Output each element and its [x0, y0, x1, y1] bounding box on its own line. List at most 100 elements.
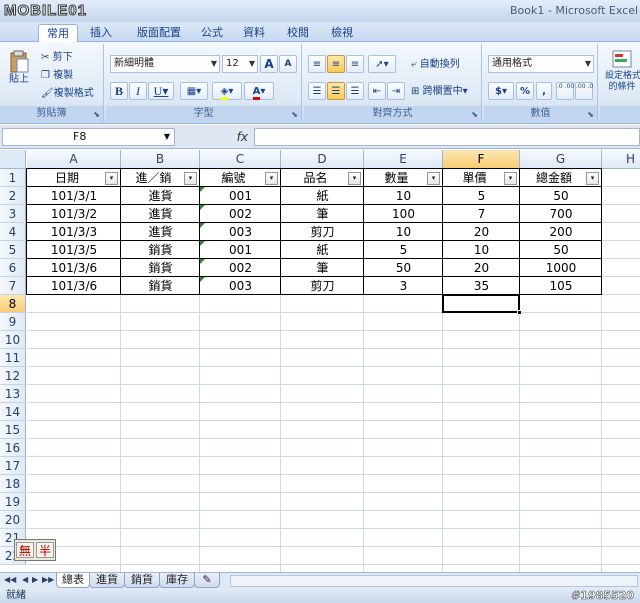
table-cell[interactable]: 5 — [364, 241, 443, 259]
ime-mode-key[interactable]: 無 — [16, 542, 34, 558]
table-cell[interactable]: 50 — [364, 259, 443, 277]
row-header-11[interactable]: 11 — [0, 349, 26, 367]
currency-button[interactable]: $▾ — [488, 82, 514, 100]
shrink-font-button[interactable]: A — [279, 55, 297, 73]
fill-handle[interactable] — [517, 310, 522, 315]
table-cell[interactable]: 10 — [364, 187, 443, 205]
table-cell[interactable]: 101/3/3 — [27, 223, 121, 241]
align-top-button[interactable]: ≡ — [308, 55, 326, 73]
table-cell[interactable]: 剪刀 — [281, 223, 364, 241]
row-header-3[interactable]: 3 — [0, 205, 26, 223]
tab-page-layout[interactable]: 版面配置 — [128, 24, 190, 42]
row-header-10[interactable]: 10 — [0, 331, 26, 349]
align-right-button[interactable]: ☰ — [346, 82, 364, 100]
bold-button[interactable]: B — [110, 82, 128, 100]
row-header-13[interactable]: 13 — [0, 385, 26, 403]
decrease-decimal-button[interactable]: .00 .0 — [575, 82, 593, 100]
table-cell[interactable]: 001 — [200, 187, 281, 205]
table-cell[interactable]: 10 — [443, 241, 520, 259]
row-header-16[interactable]: 16 — [0, 439, 26, 457]
table-cell[interactable]: 101/3/5 — [27, 241, 121, 259]
table-cell[interactable]: 7 — [443, 205, 520, 223]
table-cell[interactable]: 進貨 — [121, 223, 200, 241]
table-cell[interactable]: 50 — [520, 187, 602, 205]
table-cell[interactable]: 筆 — [281, 259, 364, 277]
formula-input[interactable] — [254, 128, 640, 146]
row-header-12[interactable]: 12 — [0, 367, 26, 385]
table-cell[interactable]: 20 — [443, 259, 520, 277]
row-header-7[interactable]: 7 — [0, 277, 26, 295]
column-header-h[interactable]: H — [602, 150, 640, 169]
wrap-text-button[interactable]: ⤶ 自動換列 — [410, 55, 480, 73]
table-cell[interactable]: 1000 — [520, 259, 602, 277]
table-cell[interactable]: 003 — [200, 277, 281, 295]
merge-center-button[interactable]: ⊞ 跨欄置中▾ — [410, 82, 482, 100]
ime-toolbar[interactable]: 無 半 — [14, 539, 56, 561]
font-size-combo[interactable]: 12 ▼ — [222, 55, 258, 73]
table-cell[interactable]: 20 — [443, 223, 520, 241]
select-all-button[interactable] — [0, 150, 26, 169]
tab-data[interactable]: 資料 — [238, 24, 270, 42]
filter-dropdown-icon[interactable]: ▾ — [427, 172, 440, 185]
next-sheet-icon[interactable]: ▶ — [32, 575, 38, 584]
borders-button[interactable]: ▦▾ — [180, 82, 208, 100]
table-cell[interactable]: 35 — [443, 277, 520, 295]
table-cell[interactable]: 進貨 — [121, 187, 200, 205]
row-header-6[interactable]: 6 — [0, 259, 26, 277]
column-header-b[interactable]: B — [121, 150, 200, 169]
row-header-5[interactable]: 5 — [0, 241, 26, 259]
paste-button[interactable]: 貼上 — [4, 48, 34, 92]
row-header-14[interactable]: 14 — [0, 403, 26, 421]
tab-view[interactable]: 檢視 — [326, 24, 358, 42]
sheet-tab-inventory[interactable]: 庫存 — [159, 573, 195, 588]
increase-indent-button[interactable]: ⇥ — [387, 82, 405, 100]
tab-home[interactable]: 常用 — [38, 24, 78, 42]
table-cell[interactable]: 50 — [520, 241, 602, 259]
row-header-4[interactable]: 4 — [0, 223, 26, 241]
align-center-button[interactable]: ☰ — [327, 82, 345, 100]
align-middle-button[interactable]: ≡ — [327, 55, 345, 73]
row-header-20[interactable]: 20 — [0, 511, 26, 529]
prev-sheet-icon[interactable]: ◀ — [22, 575, 28, 584]
table-cell[interactable]: 筆 — [281, 205, 364, 223]
dialog-launcher-icon[interactable]: ⬊ — [291, 110, 298, 119]
table-cell[interactable]: 3 — [364, 277, 443, 295]
table-cell[interactable]: 銷貨 — [121, 277, 200, 295]
name-box[interactable]: F8 ▼ — [2, 128, 175, 146]
font-color-button[interactable]: A▾ — [244, 82, 274, 100]
table-cell[interactable]: 700 — [520, 205, 602, 223]
column-header-e[interactable]: E — [364, 150, 443, 169]
column-header-f[interactable]: F — [443, 150, 520, 169]
dialog-launcher-icon[interactable]: ⬊ — [93, 110, 100, 119]
table-cell[interactable]: 003 — [200, 223, 281, 241]
table-cell[interactable]: 剪刀 — [281, 277, 364, 295]
dialog-launcher-icon[interactable]: ⬊ — [587, 110, 594, 119]
sheet-tab-summary[interactable]: 總表 — [56, 573, 90, 588]
table-cell[interactable]: 001 — [200, 241, 281, 259]
align-left-button[interactable]: ☰ — [308, 82, 326, 100]
last-sheet-icon[interactable]: ▶▶ — [42, 575, 54, 584]
column-header-c[interactable]: C — [200, 150, 281, 169]
decrease-indent-button[interactable]: ⇤ — [368, 82, 386, 100]
row-header-1[interactable]: 1 — [0, 169, 26, 187]
number-format-combo[interactable]: 通用格式 ▼ — [488, 55, 594, 73]
table-cell[interactable]: 100 — [364, 205, 443, 223]
sheet-tab-sales[interactable]: 銷貨 — [124, 573, 160, 588]
sheet-tab-purchases[interactable]: 進貨 — [89, 573, 125, 588]
table-cell[interactable]: 銷貨 — [121, 241, 200, 259]
filter-dropdown-icon[interactable]: ▾ — [265, 172, 278, 185]
first-sheet-icon[interactable]: ◀◀ — [4, 575, 16, 584]
table-cell[interactable]: 105 — [520, 277, 602, 295]
active-cell-f8[interactable] — [442, 294, 520, 313]
comma-button[interactable]: , — [536, 82, 552, 100]
filter-dropdown-icon[interactable]: ▾ — [504, 172, 517, 185]
table-cell[interactable]: 進貨 — [121, 205, 200, 223]
cut-button[interactable]: ✂ 剪下 — [40, 48, 100, 66]
row-header-15[interactable]: 15 — [0, 421, 26, 439]
format-painter-button[interactable]: 🖌複製格式 — [40, 84, 102, 102]
table-cell[interactable]: 5 — [443, 187, 520, 205]
table-cell[interactable]: 101/3/6 — [27, 259, 121, 277]
row-header-8[interactable]: 8 — [0, 295, 26, 313]
table-cell[interactable]: 101/3/2 — [27, 205, 121, 223]
worksheet-grid[interactable]: A B C D E F G H 1 2 3 4 5 6 7 8 9 10 11 12 13 14 15 16 17 18 19 20 2… — [0, 150, 640, 572]
